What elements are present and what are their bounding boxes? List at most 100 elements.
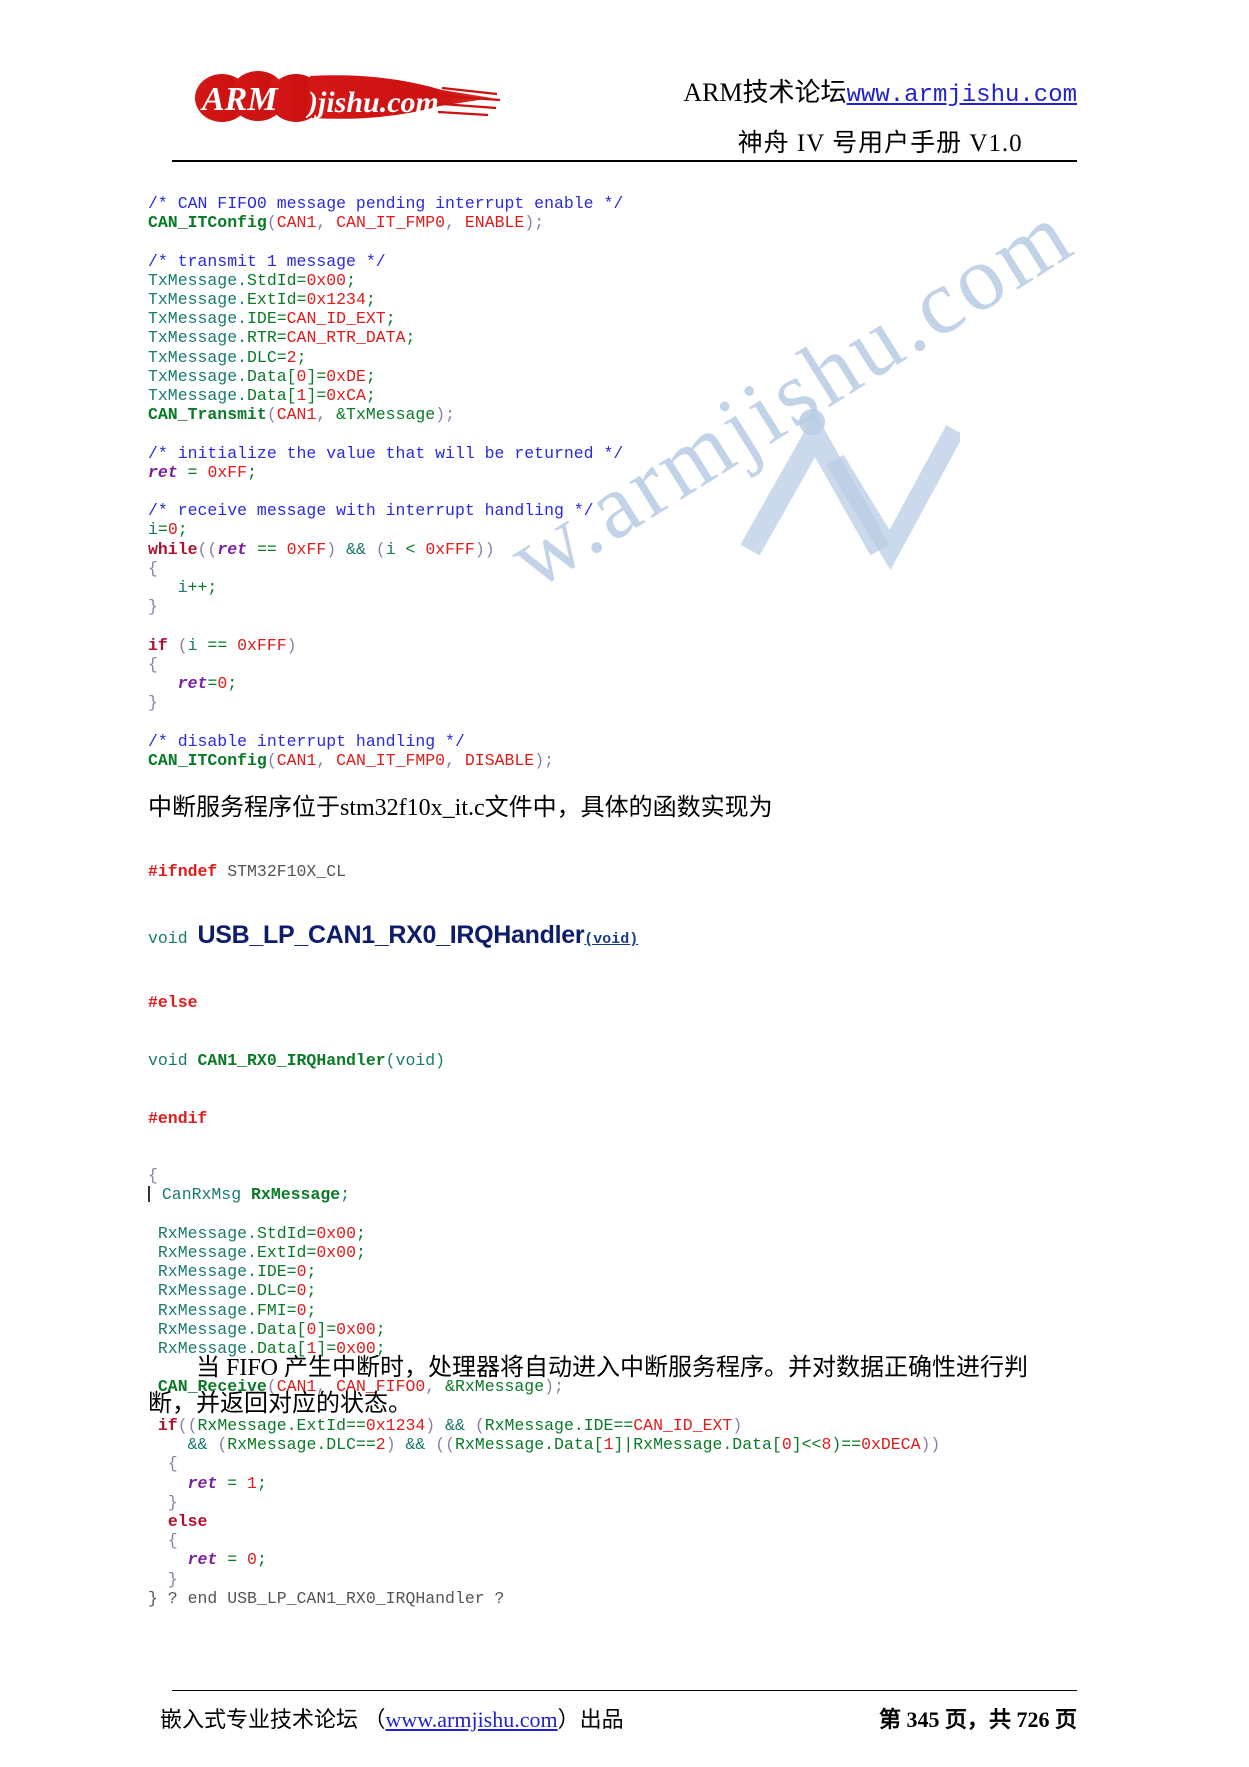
code-token: ; [256,1473,267,1493]
code-token: DISABLE [464,750,535,770]
code-token: . [247,1300,257,1320]
code-token: ; [385,309,396,329]
code-token: 0 [306,1319,317,1339]
code-token: } [148,597,158,617]
code-token: && [187,1435,208,1455]
code-token: ; [375,1319,386,1339]
code-line: RxMessage.FMI=0; [148,1301,940,1320]
paragraph-outro: 当 FIFO 产生中断时，处理器将自动进入中断服务程序。并对数据正确性进行判断，… [148,1355,1029,1417]
code-token: StdId [247,270,297,290]
code-token: CAN_ITConfig [148,750,267,770]
code-token: if [148,635,168,655]
code-token: RTR [247,328,277,348]
code-token: ExtId [247,290,297,310]
code-token: /* disable interrupt handling */ [148,731,465,751]
watermark-logo-icon [740,409,960,571]
code-line-ifndef: #ifndef STM32F10X_CL [148,862,940,881]
code-line: } [148,597,623,616]
header-manual-title: 神舟 IV 号用户手册 V1.0 [737,130,1023,158]
code-token: ( [365,539,386,559]
header-divider [172,160,1077,162]
function-args-void-2: (void) [385,1051,446,1071]
site-logo: ARM )jishu.com [192,68,502,130]
code-line [148,424,623,443]
code-token: ( [266,213,277,233]
code-token: 0 [296,1281,307,1301]
code-token: { [148,1531,178,1551]
code-token: = [306,1243,317,1263]
header-forum-label: ARM技术论坛 [683,78,847,107]
code-token: 1 [603,1435,614,1455]
code-token: ) [385,1435,406,1455]
code-token: [ [593,1435,604,1455]
code-token: TxMessage [148,309,238,329]
code-line: /* disable interrupt handling */ [148,732,623,751]
code-token: DLC [256,1281,287,1301]
code-token: /* receive message with interrupt handli… [148,501,594,521]
code-token: { [148,654,158,674]
code-token: ret [187,1550,218,1570]
code-token: RxMessage [148,1281,248,1301]
code-line: RxMessage.ExtId=0x00; [148,1243,940,1262]
code-token: . [247,1281,257,1301]
code-token: , [445,213,465,233]
code-line: TxMessage.Data[0]=0xDE; [148,367,623,386]
code-token: < [395,539,426,559]
code-token: StdId [256,1223,307,1243]
code-token: 0xCA [326,386,366,406]
code-token: [ [286,386,297,406]
function-name-usb-lp-can1-rx0-irqhandler: USB_LP_CAN1_RX0_IRQHandler [197,921,585,950]
code-line: /* CAN FIFO0 message pending interrupt e… [148,194,623,213]
code-line: /* receive message with interrupt handli… [148,501,623,520]
footer-site-link[interactable]: www.armjishu.com [386,1707,558,1732]
code-token: CAN_Transmit [148,405,267,425]
code-token: ( [266,405,277,425]
code-token: ; [405,328,416,348]
footer-credit: 嵌入式专业技术论坛 （www.armjishu.com）出品 [160,1702,624,1734]
code-line: RxMessage.DLC=0; [148,1281,940,1300]
code-line: } ? end USB_LP_CAN1_RX0_IRQHandler ? [148,1589,940,1608]
footer-credit-suffix: ）出品 [557,1707,624,1732]
code-line: } [148,1570,940,1589]
svg-text:ARM: ARM [200,81,279,118]
code-token: RxMessage [148,1223,248,1243]
code-token: 1 [296,386,307,406]
code-token: ; [296,347,307,367]
code-line: TxMessage.IDE=CAN_ID_EXT; [148,309,623,328]
header-forum-link[interactable]: www.armjishu.com [847,82,1077,109]
code-token: ; [355,1223,366,1243]
code-token: . [237,366,248,386]
code-token: ) [326,539,347,559]
code-line-endif: #endif [148,1109,940,1128]
code-line: RxMessage.StdId=0x00; [148,1224,940,1243]
code-token: ExtId [256,1243,307,1263]
code-token: . [247,1319,257,1339]
code-line: i=0; [148,520,623,539]
code-line: && (RxMessage.DLC==2) && ((RxMessage.Dat… [148,1435,941,1455]
code-line: /* transmit 1 message */ [148,252,623,271]
code-token: ret [187,1473,218,1493]
code-token: = [276,309,287,329]
code-token: = [207,674,218,694]
code-token: { [148,1454,178,1474]
code-token: { [148,1166,158,1186]
page-header: ARM )jishu.com ARM技术论坛www.armjishu.com 神… [0,0,1249,172]
code-line: RxMessage.IDE=0; [148,1262,940,1281]
code-token: IDE [256,1262,287,1282]
code-line: { [148,1531,940,1550]
code-token: TxMessage [148,328,238,348]
page-footer: 嵌入式专业技术论坛 （www.armjishu.com）出品 第 345 页，共… [0,1690,1249,1760]
code-token: = [157,520,168,540]
code-line: /* initialize the value that will be ret… [148,444,623,463]
code-indent-guide [148,1186,150,1203]
code-token: 0x1234 [306,290,366,310]
footer-page-number: 第 345 页，共 726 页 [878,1707,1077,1732]
code-line [148,1205,940,1224]
code-token: ; [355,1243,366,1263]
